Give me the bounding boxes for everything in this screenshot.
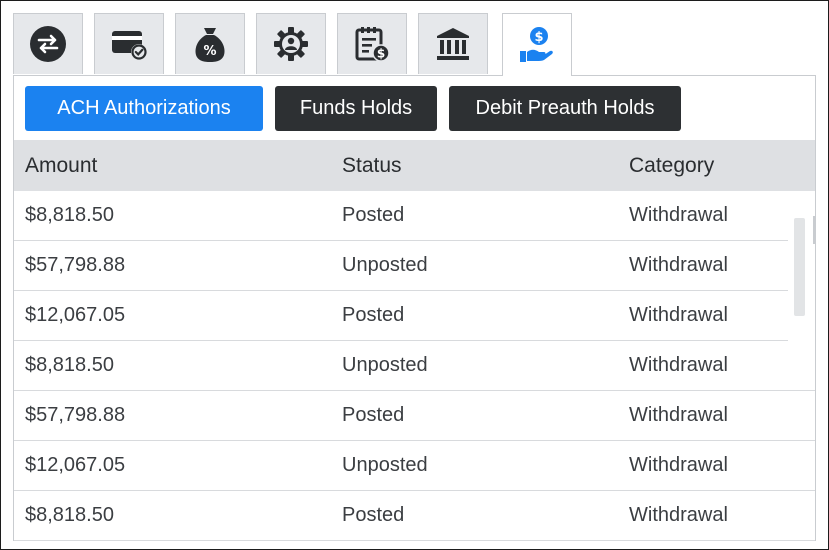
amount-cell: $8,818.50 (25, 203, 114, 226)
status-cell: Unposted (342, 253, 428, 276)
tab-cards[interactable] (94, 13, 164, 74)
table-row[interactable]: $8,818.50 Unposted Withdrawal (14, 341, 815, 391)
category-cell: Withdrawal (629, 303, 728, 326)
category-cell: Withdrawal (629, 503, 728, 526)
ledger-dollar-icon: $ (352, 24, 392, 64)
tab-fees[interactable]: % (175, 13, 245, 74)
hand-dollar-icon: $ (517, 25, 557, 65)
amount-cell: $57,798.88 (25, 403, 126, 426)
tab-settings-user[interactable] (256, 13, 326, 74)
table-row[interactable]: $8,818.50 Posted Withdrawal (14, 191, 788, 241)
category-cell: Withdrawal (629, 253, 728, 276)
icon-tab-bar: % $ $ (13, 13, 819, 76)
table-row[interactable]: $12,067.05 Posted Withdrawal (14, 291, 788, 341)
table-row[interactable]: $57,798.88 Posted Withdrawal (14, 391, 815, 441)
category-cell: Withdrawal (629, 353, 728, 376)
tab-transfers[interactable] (13, 13, 83, 74)
table-header: Amount Status Category (14, 140, 815, 191)
status-cell: Posted (342, 303, 405, 326)
amount-cell: $57,798.88 (25, 253, 126, 276)
status-cell: Unposted (342, 453, 428, 476)
status-cell: Posted (342, 203, 405, 226)
tab-statements[interactable]: $ (337, 13, 407, 74)
table-row[interactable]: $57,798.88 Unposted Withdrawal (14, 241, 788, 291)
column-header-category[interactable]: Category (629, 140, 714, 191)
column-header-status[interactable]: Status (342, 140, 402, 191)
holds-panel: ACH Authorizations Funds Holds Debit Pre… (13, 75, 816, 541)
status-cell: Posted (342, 503, 405, 526)
bank-icon (434, 26, 472, 62)
panel-divider (813, 216, 815, 244)
amount-cell: $12,067.05 (25, 303, 126, 326)
table-row[interactable]: $12,067.05 Unposted Withdrawal (14, 441, 815, 491)
debit-preauth-holds-button[interactable]: Debit Preauth Holds (449, 86, 681, 131)
table-row[interactable]: $8,818.50 Posted Withdrawal (14, 491, 815, 541)
table-scrollbar[interactable] (794, 218, 805, 316)
category-cell: Withdrawal (629, 203, 728, 226)
svg-text:$: $ (377, 47, 385, 61)
tab-holds[interactable]: $ (502, 13, 572, 76)
tab-institution[interactable] (418, 13, 488, 74)
ach-authorizations-button[interactable]: ACH Authorizations (25, 86, 263, 131)
transfer-icon (29, 25, 67, 63)
amount-cell: $8,818.50 (25, 353, 114, 376)
category-cell: Withdrawal (629, 453, 728, 476)
funds-holds-button[interactable]: Funds Holds (275, 86, 437, 131)
amount-cell: $8,818.50 (25, 503, 114, 526)
svg-text:$: $ (534, 30, 543, 45)
column-header-amount[interactable]: Amount (25, 140, 97, 191)
money-bag-percent-icon: % (192, 24, 228, 64)
category-cell: Withdrawal (629, 403, 728, 426)
app-frame: % $ $ ACH Authorizations Funds Holds Deb… (0, 0, 829, 550)
card-check-icon (109, 25, 149, 63)
amount-cell: $12,067.05 (25, 453, 126, 476)
svg-text:%: % (203, 44, 216, 59)
status-cell: Posted (342, 403, 405, 426)
status-cell: Unposted (342, 353, 428, 376)
gear-person-icon (272, 25, 310, 63)
